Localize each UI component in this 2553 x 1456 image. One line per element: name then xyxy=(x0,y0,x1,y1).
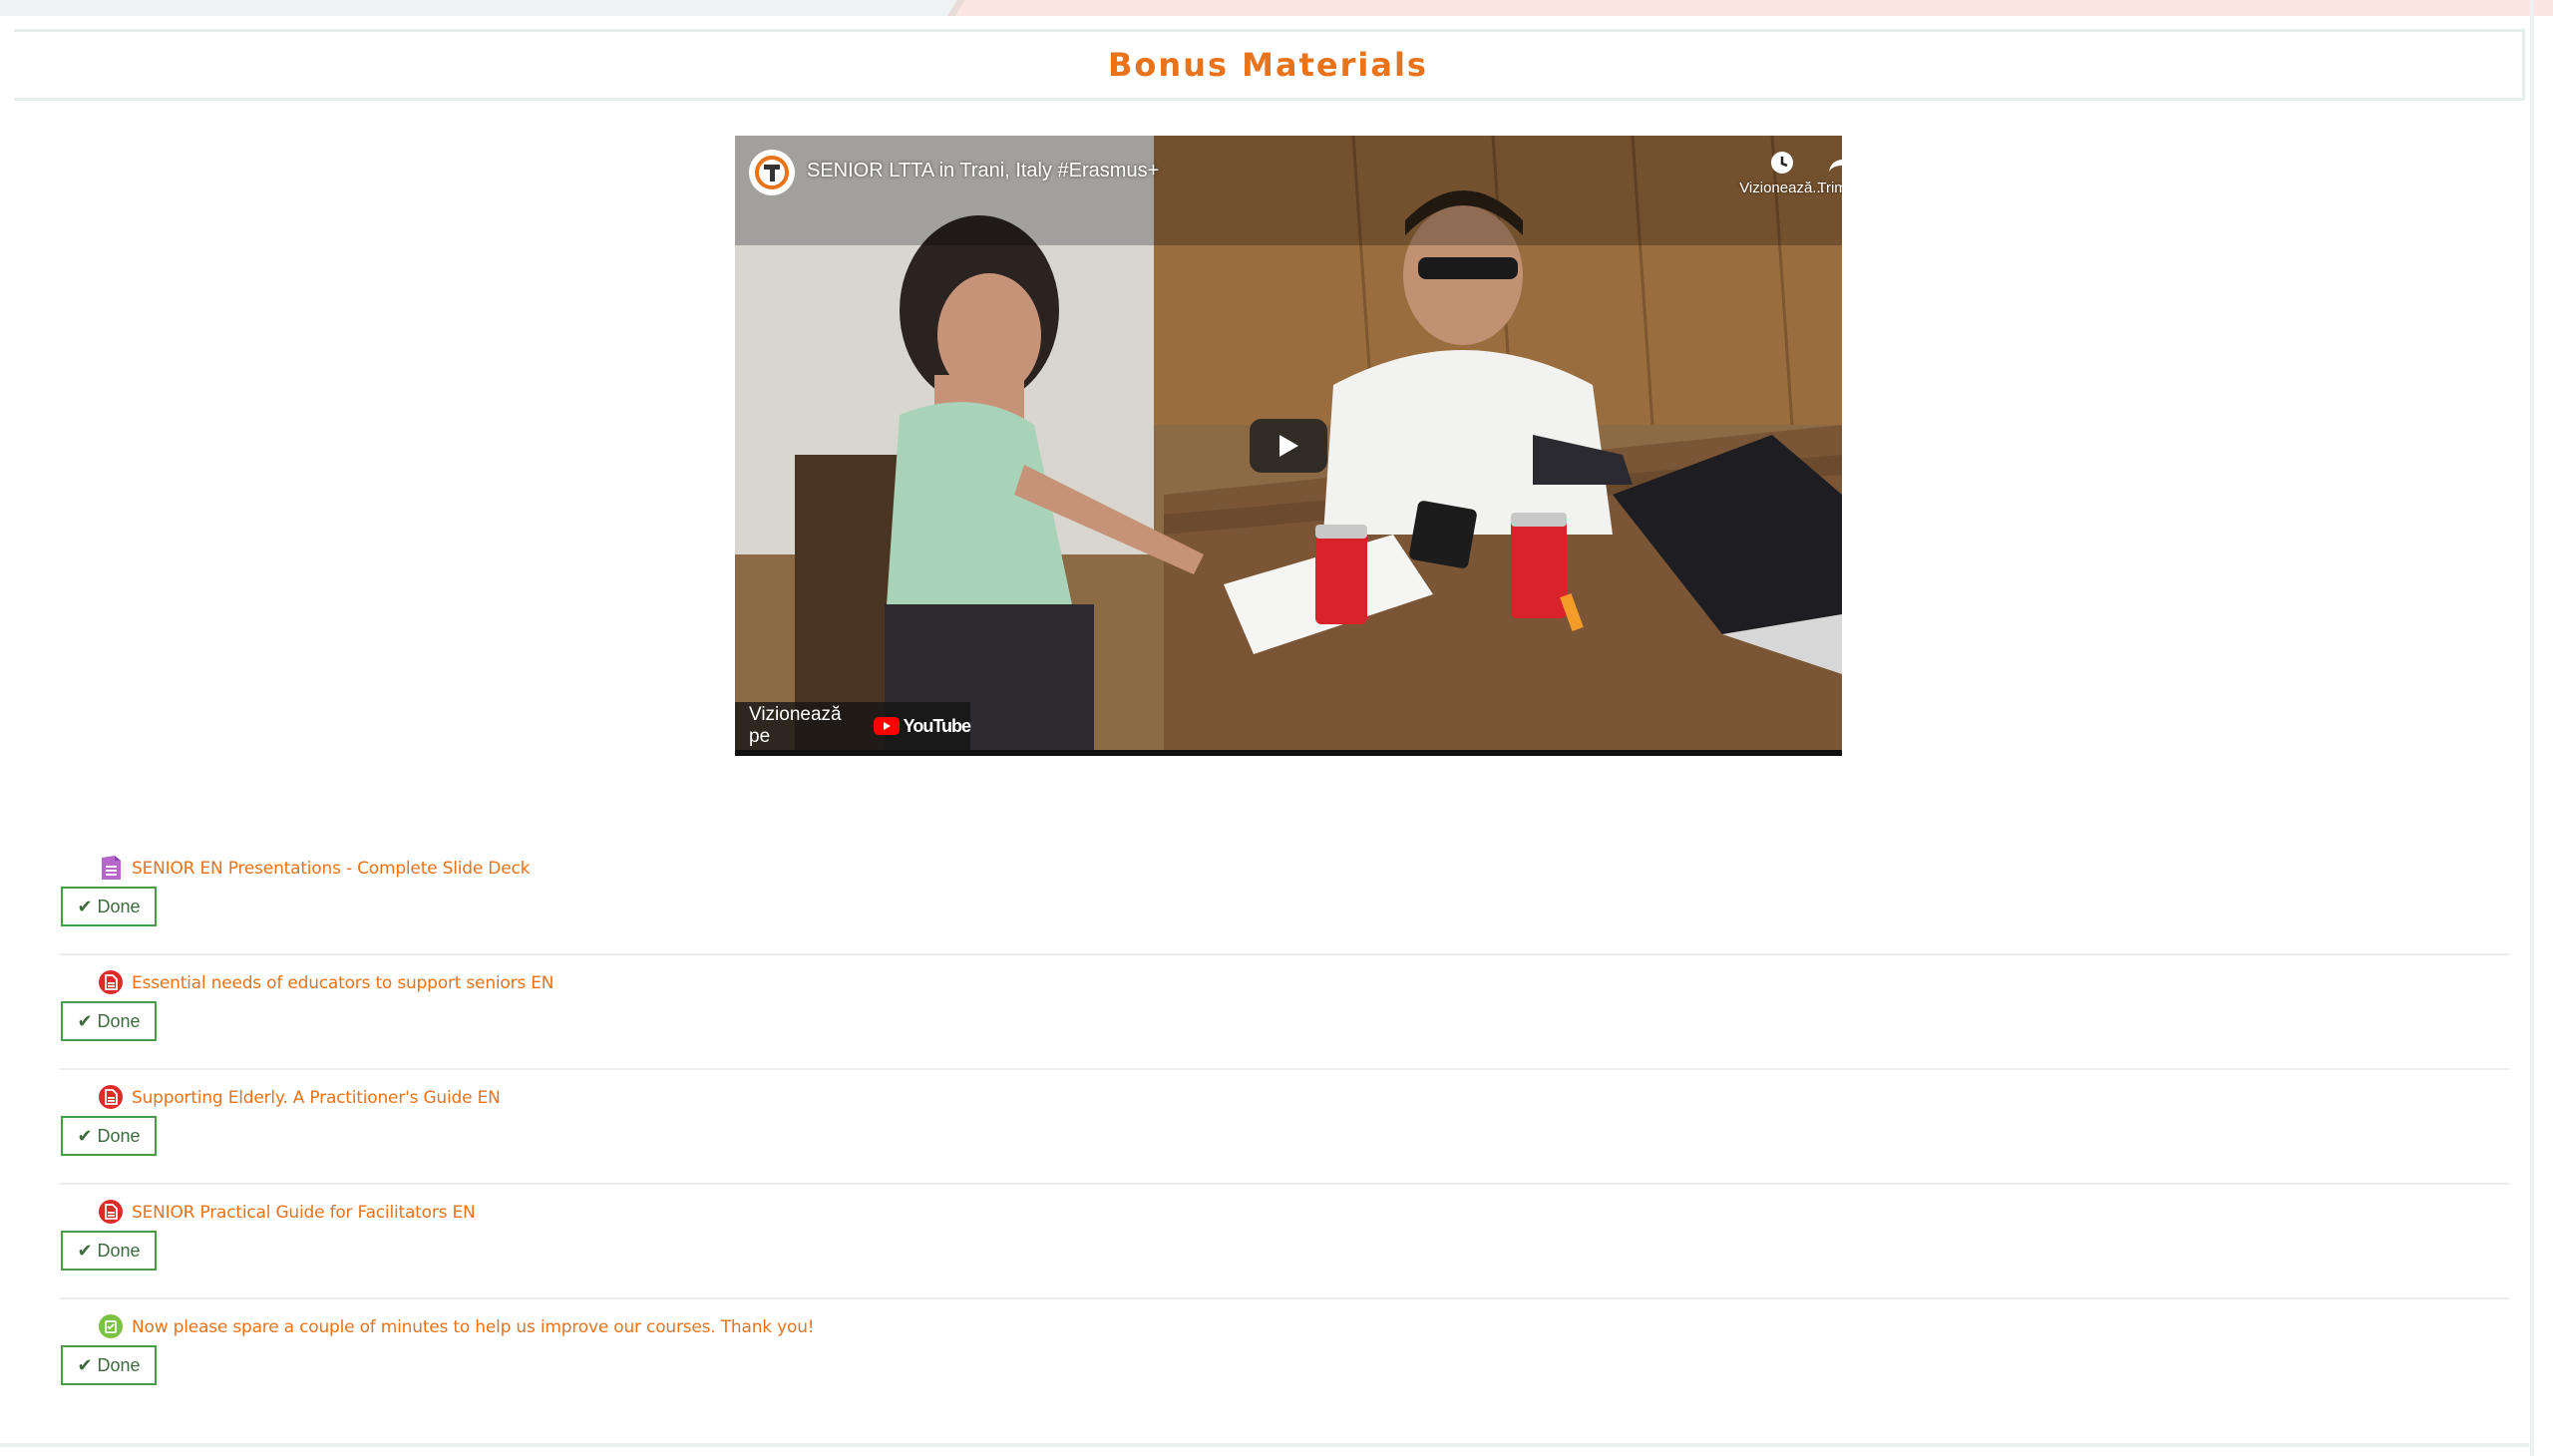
top-bar-accent xyxy=(950,0,2553,16)
activity-link[interactable]: SENIOR Practical Guide for Facilitators … xyxy=(132,1203,476,1223)
check-icon: ✔ xyxy=(77,1010,93,1031)
share-arrow-icon xyxy=(1790,150,1842,180)
presentation-icon xyxy=(98,855,124,881)
done-label: Done xyxy=(97,896,141,916)
youtube-video-embed[interactable]: SENIOR LTTA in Trani, Italy #Erasmus+ Vi… xyxy=(735,136,1842,756)
activity-item: Supporting Elderly. A Practitioner's Gui… xyxy=(60,1070,2509,1185)
activity-item: SENIOR EN Presentations - Complete Slide… xyxy=(60,841,2509,955)
play-icon xyxy=(1279,435,1298,457)
done-button[interactable]: ✔ Done xyxy=(61,1231,157,1271)
activity-item: Essential needs of educators to support … xyxy=(60,955,2509,1070)
video-title[interactable]: SENIOR LTTA in Trani, Italy #Erasmus+ xyxy=(807,160,1159,182)
play-button[interactable] xyxy=(1250,419,1327,473)
watch-on-youtube-link[interactable]: Vizionează pe YouTube xyxy=(735,702,971,750)
video-bottom-bar xyxy=(735,750,1842,756)
pdf-icon xyxy=(98,969,124,995)
youtube-logo: YouTube xyxy=(873,715,971,737)
done-label: Done xyxy=(97,1010,141,1031)
top-bar xyxy=(0,0,2553,16)
done-button[interactable]: ✔ Done xyxy=(61,1001,157,1041)
pdf-icon xyxy=(98,1084,124,1110)
activity-link[interactable]: Now please spare a couple of minutes to … xyxy=(132,1317,815,1337)
feedback-icon xyxy=(98,1313,124,1339)
activity-item: SENIOR Practical Guide for Facilitators … xyxy=(60,1185,2509,1299)
check-icon: ✔ xyxy=(77,1125,93,1146)
section-header: Bonus Materials xyxy=(14,29,2525,101)
done-label: Done xyxy=(97,1240,141,1261)
activity-link[interactable]: Supporting Elderly. A Practitioner's Gui… xyxy=(132,1088,501,1108)
activity-link[interactable]: Essential needs of educators to support … xyxy=(132,973,554,993)
activity-item: Now please spare a couple of minutes to … xyxy=(60,1299,2509,1414)
check-icon: ✔ xyxy=(77,896,93,916)
done-button[interactable]: ✔ Done xyxy=(61,1345,157,1385)
done-label: Done xyxy=(97,1125,141,1146)
done-label: Done xyxy=(97,1354,141,1375)
right-edge xyxy=(2530,0,2534,1456)
done-button[interactable]: ✔ Done xyxy=(61,1116,157,1156)
share-button[interactable]: Trimite xyxy=(1790,150,1842,196)
youtube-wordmark: YouTube xyxy=(903,715,971,736)
check-icon: ✔ xyxy=(77,1240,93,1261)
youtube-play-icon xyxy=(873,717,900,735)
bottom-divider xyxy=(0,1443,2533,1447)
watch-on-label: Vizionează pe xyxy=(749,704,842,747)
activity-link[interactable]: SENIOR EN Presentations - Complete Slide… xyxy=(132,859,530,879)
done-button[interactable]: ✔ Done xyxy=(61,887,157,926)
check-icon: ✔ xyxy=(77,1354,93,1375)
section-title: Bonus Materials xyxy=(1108,46,1428,84)
channel-logo[interactable] xyxy=(749,150,795,195)
pdf-icon xyxy=(98,1199,124,1225)
share-label: Trimite xyxy=(1817,180,1842,196)
